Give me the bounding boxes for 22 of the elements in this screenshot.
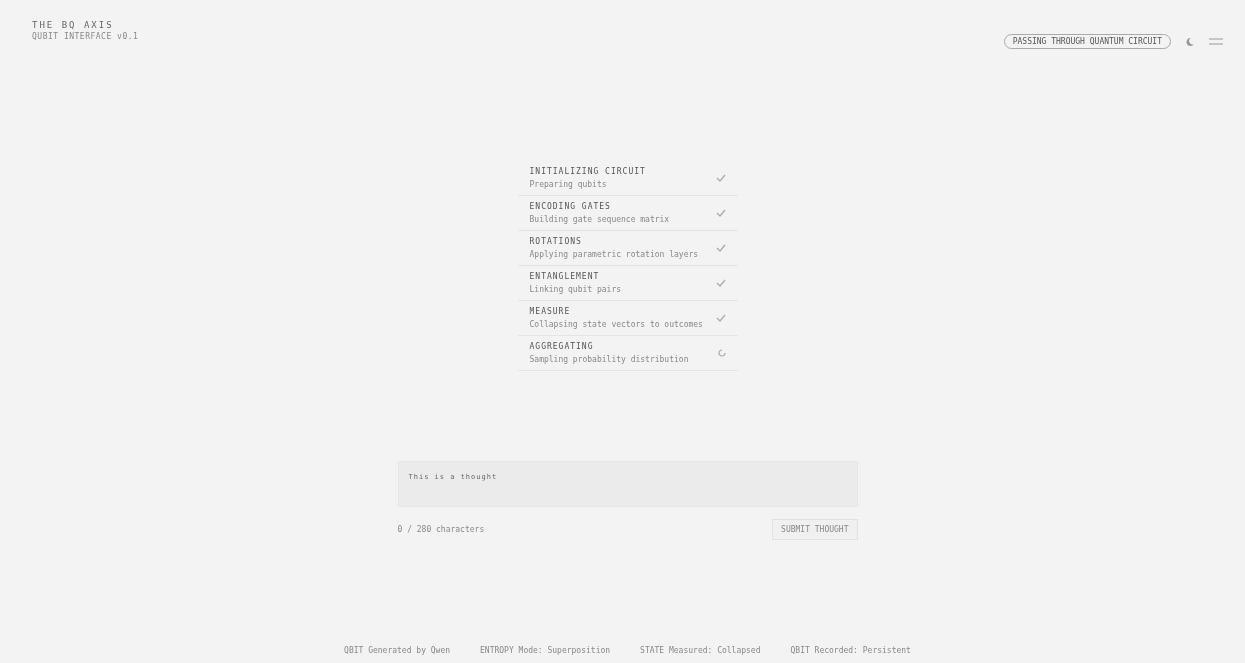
step-detail: Collapsing state vectors to outcomes xyxy=(529,320,703,329)
step-title: INITIALIZING CIRCUIT xyxy=(529,167,646,176)
site-title: THE BQ AXIS xyxy=(32,20,115,30)
step-detail: Preparing qubits xyxy=(529,180,608,189)
site-subtitle: QUBIT INTERFACE v0.1 xyxy=(32,32,139,41)
step-title: ENTANGLEMENT xyxy=(529,272,601,281)
character-count: 0 / 280 characters xyxy=(397,525,485,534)
footer-stat: QBIT Recorded: Persistent xyxy=(790,646,911,655)
step-detail: Linking qubit pairs xyxy=(529,285,621,294)
step-title: ROTATIONS xyxy=(529,237,583,246)
step-detail: Sampling probability distribution xyxy=(529,355,689,364)
step-detail: Applying parametric rotation layers xyxy=(529,250,699,259)
footer-stat: STATE Measured: Collapsed xyxy=(640,646,761,655)
footer-stat: ENTROPY Mode: Superposition xyxy=(480,646,611,655)
step-title: MEASURE xyxy=(529,307,572,316)
moon-icon[interactable] xyxy=(1185,36,1195,47)
footer-stat: QBIT Generated by Qwen xyxy=(344,646,451,655)
menu-icon[interactable] xyxy=(1209,37,1223,46)
step-title: ENCODING GATES xyxy=(529,202,612,211)
submit-button[interactable]: SUBMIT THOUGHT xyxy=(772,519,858,540)
step-detail: Building gate sequence matrix xyxy=(529,215,670,224)
step-title: AGGREGATING xyxy=(529,342,595,351)
